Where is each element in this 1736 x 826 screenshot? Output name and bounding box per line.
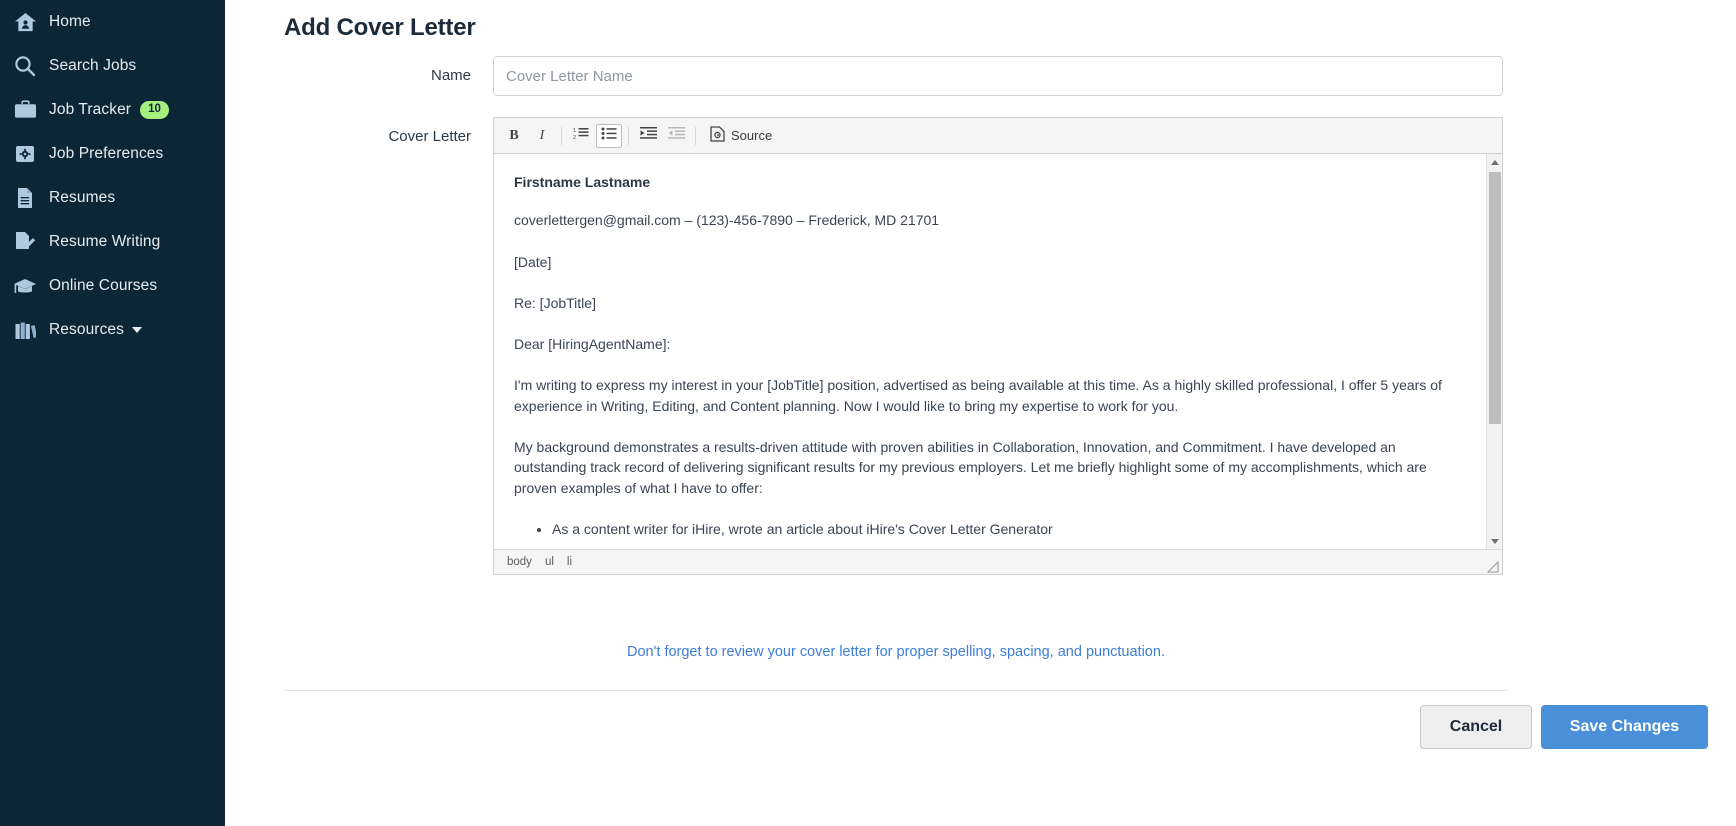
sidebar-item-resumes[interactable]: Resumes	[0, 176, 225, 220]
form-actions: Cancel Save Changes	[1420, 705, 1708, 749]
numbered-list-button[interactable]: 1 2	[568, 124, 594, 148]
editor-content-area[interactable]: Firstname Lastname coverlettergen@gmail.…	[494, 154, 1472, 549]
editor-resize-handle-icon[interactable]	[1486, 560, 1499, 573]
sidebar-item-online-courses[interactable]: Online Courses	[0, 264, 225, 308]
scroll-down-arrow-icon[interactable]	[1487, 533, 1502, 549]
sidebar-item-label: Resources	[49, 321, 124, 338]
bulleted-list-icon	[601, 126, 617, 145]
letter-paragraph-1: I'm writing to express my interest in yo…	[514, 377, 1442, 414]
graduation-cap-icon	[10, 273, 40, 299]
source-label: Source	[731, 128, 773, 143]
italic-label: I	[539, 127, 545, 143]
rich-text-editor: B I 1 2 Source Firstname Lastname coverl…	[493, 117, 1503, 575]
main-content: Add Cover Letter Name Cover Letter B I	[225, 0, 1736, 826]
sidebar-item-job-tracker[interactable]: Job Tracker 10	[0, 88, 225, 132]
sidebar-item-label: Search Jobs	[49, 57, 137, 74]
italic-button[interactable]: I	[529, 124, 555, 148]
briefcase-icon	[10, 97, 40, 123]
letter-paragraph-2: My background demonstrates a results-dri…	[514, 439, 1427, 496]
gear-folder-icon	[10, 141, 40, 167]
element-path-item[interactable]: body	[507, 556, 532, 568]
list-item: As a content writer for iHire, wrote an …	[552, 519, 1452, 539]
name-form-row: Name	[284, 56, 1508, 96]
sidebar-item-label: Online Courses	[49, 277, 158, 294]
sidebar-item-label: Home	[49, 13, 91, 30]
sidebar-item-search-jobs[interactable]: Search Jobs	[0, 44, 225, 88]
sidebar: Home Search Jobs Job Tracker 10 Job Pref…	[0, 0, 225, 826]
sidebar-item-resources[interactable]: Resources	[0, 308, 225, 352]
search-icon	[10, 53, 40, 79]
scroll-up-arrow-icon[interactable]	[1487, 154, 1502, 170]
letter-accomplishments-list: As a content writer for iHire, wrote an …	[514, 519, 1452, 549]
document-pencil-icon	[10, 229, 40, 255]
sidebar-item-job-preferences[interactable]: Job Preferences	[0, 132, 225, 176]
bold-button[interactable]: B	[501, 124, 527, 148]
increase-indent-button[interactable]	[635, 124, 661, 148]
decrease-indent-button	[663, 124, 689, 148]
cover-letter-form-row: Cover Letter B I 1 2 Source Firstname La…	[284, 117, 1508, 575]
sidebar-item-label: Resumes	[49, 189, 116, 206]
increase-indent-icon	[639, 126, 657, 145]
sidebar-item-home[interactable]: Home	[0, 0, 225, 44]
source-document-icon	[710, 126, 725, 145]
source-button[interactable]: Source	[703, 124, 779, 148]
toolbar-separator	[628, 126, 629, 145]
toolbar-separator	[695, 126, 696, 145]
sidebar-item-label: Job Tracker	[49, 101, 132, 118]
footer-divider	[284, 690, 1508, 691]
element-path-item[interactable]: ul	[545, 556, 554, 568]
sidebar-item-label: Job Preferences	[49, 145, 164, 162]
element-path-item[interactable]: li	[567, 556, 572, 568]
review-reminder-note[interactable]: Don't forget to review your cover letter…	[284, 644, 1508, 660]
bulleted-list-button[interactable]	[596, 123, 622, 148]
sidebar-item-resume-writing[interactable]: Resume Writing	[0, 220, 225, 264]
letter-contact-line: coverlettergen@gmail.com – (123)-456-789…	[514, 212, 940, 229]
toolbar-separator	[561, 126, 562, 145]
letter-re-line: Re: [JobTitle]	[514, 294, 596, 311]
editor-toolbar: B I 1 2 Source	[494, 118, 1502, 154]
name-label: Name	[430, 67, 471, 84]
editor-element-path: body ul li	[494, 549, 1502, 574]
svg-text:2: 2	[573, 135, 576, 140]
bold-label: B	[509, 127, 519, 143]
decrease-indent-icon	[667, 126, 685, 145]
books-icon	[10, 317, 40, 343]
letter-signature-name: Firstname Lastname	[514, 174, 651, 190]
letter-date-line: [Date]	[514, 253, 552, 270]
save-changes-button[interactable]: Save Changes	[1541, 705, 1708, 749]
letter-salutation: Dear [HiringAgentName]:	[514, 336, 671, 353]
scrollbar-thumb[interactable]	[1489, 172, 1501, 424]
home-icon	[10, 9, 40, 35]
svg-text:1: 1	[573, 128, 576, 134]
chevron-down-icon[interactable]	[132, 327, 142, 333]
editor-body[interactable]: Firstname Lastname coverlettergen@gmail.…	[494, 154, 1502, 549]
cover-letter-name-input[interactable]	[493, 56, 1503, 96]
page-title: Add Cover Letter	[284, 14, 476, 41]
cover-letter-label: Cover Letter	[388, 128, 471, 145]
editor-scrollbar[interactable]	[1486, 154, 1502, 549]
sidebar-item-label: Resume Writing	[49, 233, 161, 250]
cancel-button[interactable]: Cancel	[1420, 705, 1532, 749]
job-tracker-badge: 10	[140, 101, 169, 119]
document-icon	[10, 185, 40, 211]
numbered-list-icon: 1 2	[573, 126, 589, 145]
